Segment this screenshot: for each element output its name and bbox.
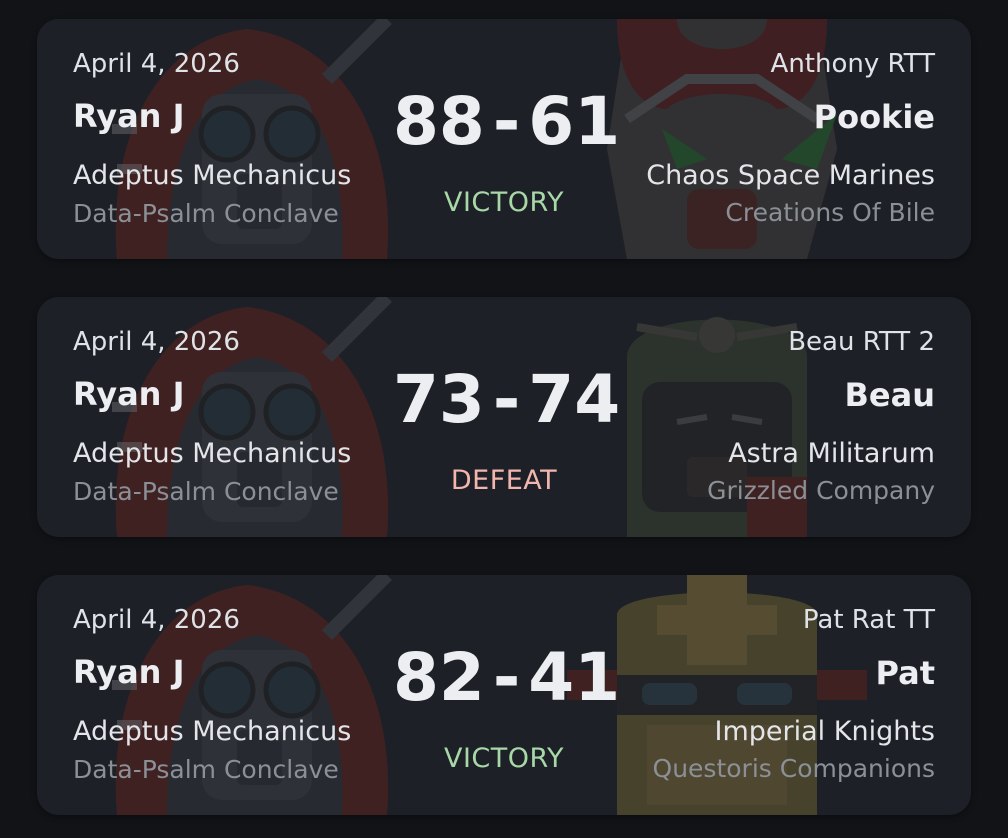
player1-subfaction: Data-Psalm Conclave bbox=[73, 755, 339, 784]
player1-score: 73 bbox=[393, 361, 485, 438]
player2-score: 41 bbox=[528, 639, 621, 716]
match-date: April 4, 2026 bbox=[73, 49, 240, 79]
match-result: VICTORY bbox=[443, 187, 565, 218]
player2-name: Pat bbox=[875, 654, 935, 692]
match-score: 82-41 bbox=[393, 645, 620, 711]
player2-name: Pookie bbox=[813, 98, 935, 136]
event-name: Anthony RTT bbox=[770, 49, 935, 79]
score-separator: - bbox=[492, 361, 521, 438]
score-separator: - bbox=[492, 83, 521, 160]
score-separator: - bbox=[492, 639, 521, 716]
match-date: April 4, 2026 bbox=[73, 605, 240, 635]
player2-name: Beau bbox=[844, 376, 935, 414]
player1-faction: Adeptus Mechanicus bbox=[73, 438, 352, 469]
player1-name: Ryan J bbox=[73, 97, 185, 135]
player1-name: Ryan J bbox=[73, 653, 185, 691]
player2-score: 61 bbox=[528, 83, 621, 160]
player2-faction: Astra Militarum bbox=[728, 438, 935, 469]
player1-subfaction: Data-Psalm Conclave bbox=[73, 477, 339, 506]
match-history-list: April 4, 2026 Ryan J Adeptus Mechanicus … bbox=[0, 0, 1008, 838]
player2-score: 74 bbox=[528, 361, 621, 438]
match-card[interactable]: April 4, 2026 Ryan J Adeptus Mechanicus … bbox=[37, 575, 971, 815]
player1-score: 82 bbox=[393, 639, 485, 716]
match-score: 88-61 bbox=[393, 89, 620, 155]
player1-score: 88 bbox=[393, 83, 485, 160]
match-score: 73-74 bbox=[393, 367, 620, 433]
player1-faction: Adeptus Mechanicus bbox=[73, 160, 352, 191]
match-result: VICTORY bbox=[443, 743, 565, 774]
player1-subfaction: Data-Psalm Conclave bbox=[73, 199, 339, 228]
event-name: Beau RTT 2 bbox=[788, 327, 935, 357]
player2-faction: Chaos Space Marines bbox=[646, 160, 935, 191]
match-result: DEFEAT bbox=[450, 465, 558, 496]
player2-faction: Imperial Knights bbox=[714, 716, 935, 747]
player1-faction: Adeptus Mechanicus bbox=[73, 716, 352, 747]
player2-subfaction: Creations Of Bile bbox=[725, 198, 935, 227]
player2-subfaction: Grizzled Company bbox=[707, 476, 935, 505]
player1-name: Ryan J bbox=[73, 375, 185, 413]
event-name: Pat Rat TT bbox=[802, 605, 935, 635]
match-date: April 4, 2026 bbox=[73, 327, 240, 357]
match-card[interactable]: April 4, 2026 Ryan J Adeptus Mechanicus … bbox=[37, 19, 971, 259]
match-card[interactable]: April 4, 2026 Ryan J Adeptus Mechanicus … bbox=[37, 297, 971, 537]
player2-subfaction: Questoris Companions bbox=[652, 754, 935, 783]
